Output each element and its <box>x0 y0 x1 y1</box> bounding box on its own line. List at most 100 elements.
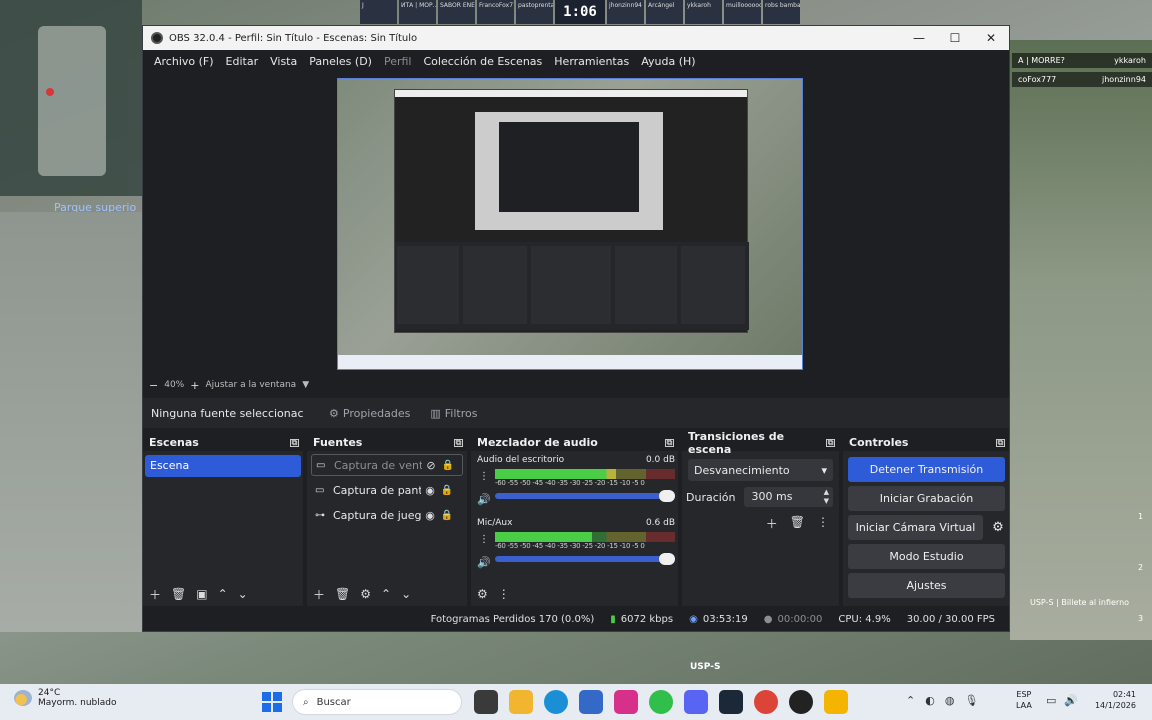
transition-menu-icon[interactable]: ⋮ <box>817 515 829 532</box>
undock-icon[interactable]: ⧉ <box>454 438 463 447</box>
task-view-icon[interactable] <box>474 690 498 714</box>
minimize-button[interactable]: — <box>901 31 937 45</box>
trash-icon[interactable]: 🗑 <box>171 587 186 601</box>
app-icon[interactable] <box>824 690 848 714</box>
transition-select[interactable]: Desvanecimiento ▾ <box>688 459 833 481</box>
gear-icon[interactable]: ⚙ <box>987 520 1009 535</box>
chevron-down-icon[interactable]: ▼ <box>302 380 309 390</box>
speaker-icon[interactable]: 🔊 <box>477 493 491 506</box>
spinner-icon[interactable]: ▲ ▼ <box>824 488 829 506</box>
volume-icon[interactable]: 🔊 <box>1064 694 1078 707</box>
trash-icon[interactable]: 🗑 <box>790 515 805 532</box>
studio-mode-button[interactable]: Modo Estudio <box>848 544 1005 569</box>
speaker-icon[interactable]: 🔊 <box>477 556 491 569</box>
settings-button[interactable]: Ajustes <box>848 573 1005 598</box>
obs-icon[interactable] <box>789 690 813 714</box>
undock-icon[interactable]: ⧉ <box>290 438 299 447</box>
zoom-out-button[interactable]: − <box>149 379 158 392</box>
zoom-fit-select[interactable]: Ajustar a la ventana <box>205 380 296 390</box>
start-recording-button[interactable]: Iniciar Grabación <box>848 486 1005 511</box>
move-down-icon[interactable]: ⌄ <box>238 587 248 601</box>
undock-icon[interactable]: ⧉ <box>665 438 674 447</box>
slider-handle[interactable] <box>659 553 675 565</box>
source-item[interactable]: ▭ Captura de ventar ⊘ 🔒 <box>311 454 463 476</box>
score-player: ИТА | МОР... <box>399 0 436 24</box>
mixer-menu-icon[interactable]: ⋮ <box>498 587 510 601</box>
gear-icon[interactable]: ⚙ <box>360 587 371 601</box>
lock-icon[interactable]: 🔒 <box>439 510 455 521</box>
start-virtual-camera-button[interactable]: Iniciar Cámara Virtual <box>848 515 983 540</box>
scene-filters-icon[interactable]: ▣ <box>196 587 207 601</box>
duration-input[interactable]: 300 ms ▲ ▼ <box>743 487 833 507</box>
close-button[interactable]: ✕ <box>973 31 1009 45</box>
scene-item[interactable]: Escena <box>145 455 301 477</box>
file-explorer-icon[interactable] <box>509 690 533 714</box>
language-indicator[interactable]: ESP LAA <box>1016 689 1032 711</box>
channel-menu-icon[interactable]: ⋮ <box>479 534 489 545</box>
center-weapon-label: USP-S <box>690 662 721 672</box>
edge-icon[interactable] <box>544 690 568 714</box>
filters-button[interactable]: ▥ Filtros <box>422 402 485 424</box>
game-capture-icon: ⊶ <box>315 509 325 521</box>
chrome-icon[interactable] <box>754 690 778 714</box>
menu-perfil[interactable]: Perfil <box>378 55 418 68</box>
source-item[interactable]: ▭ Captura de pantal ◉ 🔒 <box>311 479 463 501</box>
add-source-button[interactable]: ＋ <box>313 586 325 603</box>
eye-icon[interactable]: ◉ <box>421 484 439 497</box>
move-up-icon[interactable]: ⌃ <box>381 587 391 601</box>
lock-icon[interactable]: 🔒 <box>439 485 455 496</box>
channel-menu-icon[interactable]: ⋮ <box>479 471 489 482</box>
audio-meter <box>495 532 675 542</box>
menu-archivo[interactable]: Archivo (F) <box>148 55 220 68</box>
source-item[interactable]: ⊶ Captura de juego ◉ 🔒 <box>311 504 463 526</box>
undock-icon[interactable]: ⧉ <box>996 438 1005 447</box>
volume-slider[interactable] <box>495 553 675 565</box>
stop-streaming-button[interactable]: Detener Transmisión <box>848 457 1005 482</box>
add-transition-button[interactable]: ＋ <box>766 515 778 532</box>
tray-app-icon[interactable]: ◐ <box>925 694 935 707</box>
eye-icon[interactable]: ◉ <box>421 509 439 522</box>
channel-name: Mic/Aux <box>477 518 513 528</box>
instagram-icon[interactable] <box>614 690 638 714</box>
weather-widget[interactable]: 24°C Mayorm. nublado <box>14 688 117 708</box>
windows-start-icon[interactable] <box>262 692 282 712</box>
add-scene-button[interactable]: ＋ <box>149 586 161 603</box>
taskbar-search[interactable]: ⌕ Buscar <box>292 689 462 715</box>
menu-editar[interactable]: Editar <box>220 55 265 68</box>
advanced-audio-icon[interactable]: ⚙ <box>477 587 488 601</box>
menu-herramientas[interactable]: Herramientas <box>548 55 635 68</box>
undock-icon[interactable]: ⧉ <box>826 438 835 447</box>
sources-dock-title: Fuentes <box>313 436 363 449</box>
round-timer: 1:06 <box>555 0 605 24</box>
volume-slider[interactable] <box>495 490 675 502</box>
zoom-in-button[interactable]: + <box>190 379 199 392</box>
menu-coleccion-escenas[interactable]: Colección de Escenas <box>418 55 549 68</box>
slider-handle[interactable] <box>659 490 675 502</box>
trash-icon[interactable]: 🗑 <box>335 587 350 601</box>
network-icon[interactable]: ▭ <box>1046 694 1056 707</box>
properties-button[interactable]: ⚙ Propiedades <box>321 402 418 424</box>
maximize-button[interactable]: ☐ <box>937 31 973 45</box>
menu-vista[interactable]: Vista <box>264 55 303 68</box>
whatsapp-icon[interactable] <box>649 690 673 714</box>
source-label: Captura de ventar <box>334 458 422 472</box>
weapon-label: USP-S | Billete al infierno <box>1030 598 1130 607</box>
clock[interactable]: 02:41 14/1/2026 <box>1092 689 1136 711</box>
store-icon[interactable] <box>579 690 603 714</box>
lock-icon[interactable]: 🔒 <box>440 460 456 471</box>
steam-icon[interactable] <box>719 690 743 714</box>
cpu-usage: CPU: 4.9% <box>838 613 891 625</box>
move-down-icon[interactable]: ⌄ <box>401 587 411 601</box>
discord-icon[interactable] <box>684 690 708 714</box>
microphone-icon[interactable]: 🎙 <box>964 694 978 707</box>
menu-ayuda[interactable]: Ayuda (H) <box>635 55 701 68</box>
broadcast-icon: ◉ <box>689 613 698 625</box>
tray-app-icon[interactable]: ◍ <box>945 694 955 707</box>
weather-text: Mayorm. nublado <box>38 698 117 708</box>
chevron-up-icon[interactable]: ⌃ <box>906 694 915 707</box>
menu-paneles[interactable]: Paneles (D) <box>303 55 378 68</box>
program-preview[interactable] <box>337 78 803 370</box>
eye-hidden-icon[interactable]: ⊘ <box>422 459 440 472</box>
title-bar: OBS 32.0.4 - Perfil: Sin Título - Escena… <box>143 26 1009 50</box>
move-up-icon[interactable]: ⌃ <box>218 587 228 601</box>
